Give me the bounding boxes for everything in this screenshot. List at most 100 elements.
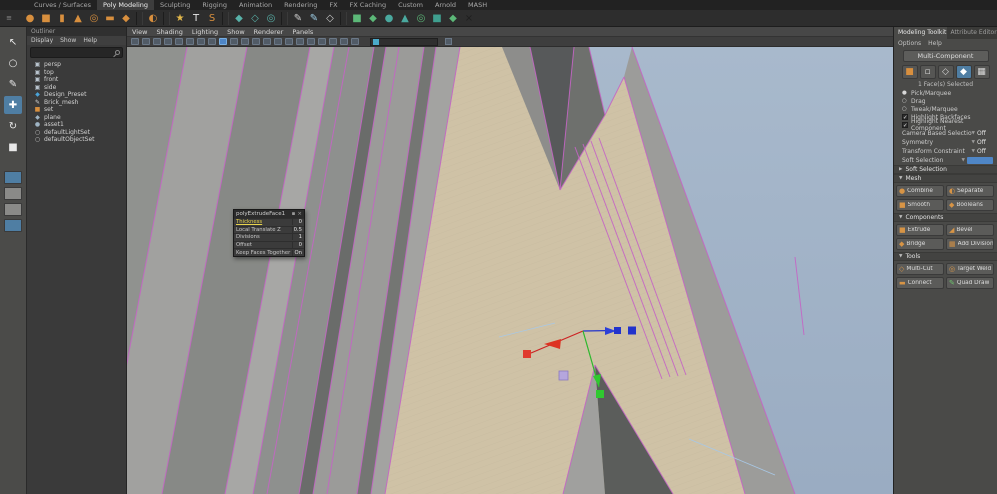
dropdown-value[interactable]: Off xyxy=(977,139,993,146)
outliner-item[interactable]: ◆ Design_Preset xyxy=(27,91,126,99)
viewport-toolbar-icon[interactable] xyxy=(351,38,359,45)
field-value[interactable]: 1 xyxy=(292,234,302,240)
components-section-header[interactable]: ▼ Components xyxy=(894,213,997,222)
viewport-toolbar-icon[interactable] xyxy=(445,38,452,45)
layout-four-pane-button[interactable] xyxy=(4,187,22,200)
extract-icon[interactable]: ▲ xyxy=(397,11,413,26)
toolkit-button[interactable]: ■ Smooth xyxy=(896,199,944,211)
layout-single-pane-button[interactable] xyxy=(4,171,22,184)
in-view-editor[interactable]: polyExtrudeFace1 ▪ × Thickness 0 Local T… xyxy=(233,209,305,257)
pencil-curve-icon[interactable]: ✎ xyxy=(290,11,306,26)
toolkit-button[interactable]: ◐ Separate xyxy=(946,185,994,197)
viewport-toolbar-icon[interactable] xyxy=(197,38,205,45)
field-value[interactable]: 0.5 xyxy=(292,227,302,233)
viewport-menu-item[interactable]: Renderer xyxy=(254,27,284,36)
separator[interactable] xyxy=(340,12,347,25)
poly-cylinder-icon[interactable]: ▮ xyxy=(54,11,70,26)
checkbox-option[interactable]: ✓ Highlight Nearest Component xyxy=(894,121,997,129)
dropdown-row[interactable]: Soft Selection ▼ xyxy=(894,156,997,165)
poly-torus-icon[interactable]: ◎ xyxy=(86,11,102,26)
move-tool[interactable]: ✚ xyxy=(4,96,22,114)
viewport-menu-item[interactable]: Show xyxy=(227,27,245,36)
outliner-menu-item[interactable]: Display xyxy=(31,36,53,45)
viewport-toolbar-icon[interactable] xyxy=(241,38,249,45)
in-view-editor-row[interactable]: Offset 0 xyxy=(234,241,304,249)
radio-option[interactable]: ○ Drag xyxy=(894,97,997,105)
outliner-item[interactable]: ○ defaultObjectSet xyxy=(27,136,126,144)
outliner-item[interactable]: ▣ front xyxy=(27,76,126,84)
in-view-editor-row[interactable]: Thickness 0 xyxy=(234,218,304,226)
scale-tool[interactable]: ■ xyxy=(4,138,22,156)
outliner-item[interactable]: ✎ Brick_mesh xyxy=(27,99,126,107)
paint-select-tool[interactable]: ✎ xyxy=(4,75,22,93)
outliner-item[interactable]: ▣ persp xyxy=(27,61,126,69)
delete-history-icon[interactable]: × xyxy=(461,11,477,26)
close-icon[interactable]: × xyxy=(297,211,302,217)
poly-sphere-icon[interactable]: ● xyxy=(22,11,38,26)
viewport-toolbar-icon[interactable] xyxy=(175,38,183,45)
layout-outliner-persp-button[interactable] xyxy=(4,219,22,232)
viewport-toolbar-icon[interactable] xyxy=(340,38,348,45)
in-view-editor-titlebar[interactable]: polyExtrudeFace1 ▪ × xyxy=(234,210,304,218)
shelf-tab[interactable]: Animation xyxy=(233,0,278,10)
dropdown-row[interactable]: Camera Based Selection ▼ Off xyxy=(894,129,997,138)
viewport-toolbar-icon[interactable] xyxy=(263,38,271,45)
toolkit-button[interactable]: ▦ Add Divisions xyxy=(946,238,994,250)
multi-component-button[interactable]: Multi-Component xyxy=(903,50,989,62)
combine-icon[interactable]: ◆ xyxy=(365,11,381,26)
platonic-solid-icon[interactable]: ◐ xyxy=(145,11,161,26)
toolkit-button[interactable]: ◢ Bevel xyxy=(946,224,994,236)
viewport-toolbar-icon[interactable] xyxy=(153,38,161,45)
uv-mode-icon[interactable]: ▦ xyxy=(974,65,990,79)
dropdown-value[interactable] xyxy=(967,157,993,164)
edge-mode-icon[interactable]: ◇ xyxy=(938,65,954,79)
outliner-menu-item[interactable]: Show xyxy=(60,36,76,45)
viewport-toolbar-icon[interactable] xyxy=(208,38,216,45)
boolean-difference-icon[interactable]: ◇ xyxy=(247,11,263,26)
separate-icon[interactable]: ● xyxy=(381,11,397,26)
outliner-item[interactable]: ○ defaultLightSet xyxy=(27,129,126,137)
sweep-mesh-icon[interactable]: S xyxy=(204,11,220,26)
lasso-tool[interactable]: ○ xyxy=(4,54,22,72)
outliner-item[interactable]: ◆ plane xyxy=(27,114,126,122)
viewport-toolbar-icon[interactable] xyxy=(252,38,260,45)
viewport-toolbar-icon[interactable] xyxy=(230,38,238,45)
viewport-toolbar-icon[interactable] xyxy=(285,38,293,45)
in-view-editor-row[interactable]: Divisions 1 xyxy=(234,233,304,241)
viewport-toolbar-icon[interactable] xyxy=(307,38,315,45)
shelf-tab[interactable]: Arnold xyxy=(429,0,462,10)
toolkit-menu-item[interactable]: Options xyxy=(898,39,921,48)
poly-cone-icon[interactable]: ▲ xyxy=(70,11,86,26)
viewport-toolbar-icon[interactable] xyxy=(219,38,227,45)
viewport-toolbar-icon[interactable] xyxy=(142,38,150,45)
shelf-tab[interactable]: Custom xyxy=(392,0,429,10)
separator[interactable] xyxy=(136,12,143,25)
shelf-tab[interactable]: FX xyxy=(323,0,343,10)
viewport-menu-item[interactable]: Lighting xyxy=(192,27,218,36)
mirror-icon[interactable]: ■ xyxy=(349,11,365,26)
viewport-toolbar-icon[interactable] xyxy=(274,38,282,45)
outliner-menu-item[interactable]: Help xyxy=(83,36,97,45)
shelf-tab[interactable]: Rigging xyxy=(196,0,233,10)
in-view-editor-row[interactable]: Keep Faces Together On xyxy=(234,248,304,256)
viewport-toolbar-icon[interactable] xyxy=(318,38,326,45)
dropdown-value[interactable]: Off xyxy=(977,130,993,137)
toolkit-button[interactable]: ▬ Connect xyxy=(896,277,944,289)
boolean-intersect-icon[interactable]: ◎ xyxy=(263,11,279,26)
toolkit-tab[interactable]: Attribute Editor xyxy=(947,27,997,39)
toolkit-button[interactable]: ◆ Bridge xyxy=(896,238,944,250)
x-axis-handle[interactable] xyxy=(523,350,531,358)
poly-plane-icon[interactable]: ▬ xyxy=(102,11,118,26)
outliner-item[interactable]: ■ set xyxy=(27,106,126,114)
toolkit-button[interactable]: ● Combine xyxy=(896,185,944,197)
object-mode-icon[interactable]: ■ xyxy=(902,65,918,79)
quad-draw-icon[interactable]: ✎ xyxy=(306,11,322,26)
rotate-tool[interactable]: ↻ xyxy=(4,117,22,135)
outliner-item[interactable]: ● asset1 xyxy=(27,121,126,129)
multi-cut-icon[interactable]: ◇ xyxy=(322,11,338,26)
separator[interactable] xyxy=(222,12,229,25)
poly-disc-icon[interactable]: ◆ xyxy=(118,11,134,26)
shelf-tab[interactable]: Sculpting xyxy=(154,0,196,10)
shelf-tab[interactable]: Rendering xyxy=(278,0,323,10)
center-handle[interactable] xyxy=(559,371,568,380)
